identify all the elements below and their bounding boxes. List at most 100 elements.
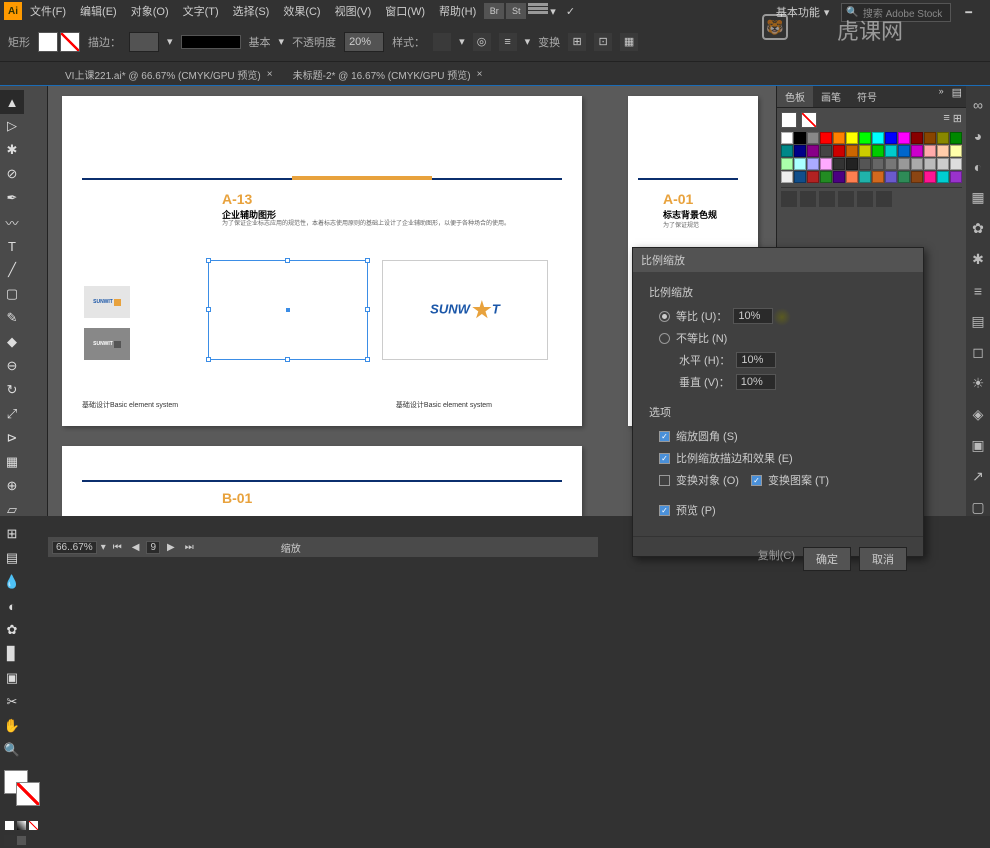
swatch-color[interactable] [833, 171, 845, 183]
zoom-tool[interactable]: 🔍 [0, 738, 24, 762]
swatch-color[interactable] [833, 158, 845, 170]
swatch-color[interactable] [872, 145, 884, 157]
radio-uniform[interactable] [659, 311, 670, 322]
rectangle-tool[interactable]: ▢ [0, 282, 24, 306]
swatch-color[interactable] [898, 132, 910, 144]
selected-rectangle[interactable] [208, 260, 368, 360]
swatch-color[interactable] [885, 145, 897, 157]
fill-swatch[interactable] [38, 32, 58, 52]
resize-handle-ne[interactable] [365, 258, 370, 263]
swatch-color[interactable] [794, 132, 806, 144]
color-icon[interactable]: ◕ [969, 127, 987, 144]
swatch-color[interactable] [820, 158, 832, 170]
hand-tool[interactable]: ✋ [0, 714, 24, 738]
selection-tool[interactable]: ▲ [0, 90, 24, 114]
rotate-tool[interactable]: ↻ [0, 378, 24, 402]
nav-last[interactable]: ⏭ [182, 542, 197, 553]
check-transform-obj[interactable] [659, 475, 670, 486]
radio-nonuniform[interactable] [659, 333, 670, 344]
swatch-color[interactable] [885, 171, 897, 183]
graphic-styles-icon[interactable]: ◈ [969, 406, 987, 423]
lasso-tool[interactable]: ⊘ [0, 162, 24, 186]
transparency-icon[interactable]: ◻ [969, 344, 987, 361]
swatch-color[interactable] [924, 171, 936, 183]
swatch-color[interactable] [820, 171, 832, 183]
swatch-color[interactable] [846, 132, 858, 144]
check-transform-pattern[interactable] [751, 475, 762, 486]
swatch-color[interactable] [859, 158, 871, 170]
stroke-swatch[interactable] [60, 32, 80, 52]
grid-view-icon[interactable]: ⊞ [953, 112, 962, 128]
swatch-color[interactable] [807, 145, 819, 157]
swatch-color[interactable] [911, 158, 923, 170]
resize-handle-e[interactable] [365, 307, 370, 312]
panel-flyout[interactable]: » [935, 86, 948, 107]
resize-handle-n[interactable] [285, 258, 290, 263]
swatch-color[interactable] [950, 132, 962, 144]
style-arrow[interactable]: ▾ [459, 35, 465, 48]
artboard-tool[interactable]: ▣ [0, 666, 24, 690]
menu-object[interactable]: 对象(O) [125, 1, 175, 21]
swatch-color[interactable] [807, 158, 819, 170]
resize-handle-sw[interactable] [206, 357, 211, 362]
new-group-icon[interactable] [838, 191, 854, 207]
swatch-color[interactable] [794, 145, 806, 157]
check-effects[interactable] [659, 453, 670, 464]
artboards-icon[interactable]: ▢ [969, 499, 987, 516]
swatch-color[interactable] [937, 158, 949, 170]
width-tool[interactable]: ⊳ [0, 426, 24, 450]
swatches-icon[interactable]: ▦ [969, 189, 987, 206]
gradient-tool[interactable]: ▤ [0, 546, 24, 570]
bridge-icon[interactable]: Br [484, 3, 504, 19]
doc-tab-2[interactable]: 未标题-2* @ 16.67% (CMYK/GPU 预览)× [283, 64, 493, 85]
transform-icon1[interactable]: ⊞ [568, 33, 586, 51]
scale-tool[interactable]: ⤢ [0, 402, 24, 426]
artboard-num[interactable]: 9 [146, 541, 160, 554]
transform-icon3[interactable]: ▦ [620, 33, 638, 51]
search-stock[interactable]: 🔍 搜索 Adobe Stock [841, 3, 951, 22]
mesh-tool[interactable]: ⊞ [0, 522, 24, 546]
swatch-color[interactable] [950, 171, 962, 183]
workspace-select[interactable]: 基本功能▾ [770, 2, 836, 22]
fill-stroke-control[interactable] [0, 768, 46, 818]
check-corners[interactable] [659, 431, 670, 442]
color-guide-icon[interactable]: ◐ [969, 158, 987, 175]
doc-setup-icon[interactable]: ◎ [473, 33, 491, 51]
swatch-color[interactable] [911, 145, 923, 157]
tab-swatches[interactable]: 色板 [777, 86, 813, 107]
screen-mode-normal[interactable] [4, 835, 15, 846]
swatch-color[interactable] [781, 171, 793, 183]
tab-brushes[interactable]: 画笔 [813, 86, 849, 107]
line-tool[interactable]: ╱ [0, 258, 24, 282]
panel-menu-icon[interactable]: ▤ [948, 86, 966, 107]
asset-export-icon[interactable]: ↗ [969, 468, 987, 485]
free-transform-tool[interactable]: ▦ [0, 450, 24, 474]
menu-edit[interactable]: 编辑(E) [74, 1, 123, 21]
symbol-tool[interactable]: ✿ [0, 618, 24, 642]
delete-swatch-icon[interactable] [876, 191, 892, 207]
menu-select[interactable]: 选择(S) [227, 1, 276, 21]
curvature-tool[interactable]: 〰 [0, 210, 24, 234]
swatch-color[interactable] [846, 171, 858, 183]
stroke-color[interactable] [16, 782, 40, 806]
panel-stroke[interactable] [801, 112, 817, 128]
swatch-color[interactable] [872, 132, 884, 144]
swatch-color[interactable] [794, 171, 806, 183]
swatch-color[interactable] [898, 145, 910, 157]
blend-tool[interactable]: ◐ [0, 594, 24, 618]
swatch-color[interactable] [781, 145, 793, 157]
close-icon[interactable]: × [477, 69, 483, 80]
swatch-color[interactable] [924, 145, 936, 157]
brush-tool[interactable]: ✎ [0, 306, 24, 330]
align-icon[interactable]: ≡ [499, 33, 517, 51]
zoom-arrow[interactable]: ▾ [101, 542, 106, 553]
shaper-tool[interactable]: ◆ [0, 330, 24, 354]
stock-icon[interactable]: St [506, 3, 526, 19]
menu-effect[interactable]: 效果(C) [277, 1, 326, 21]
swatch-color[interactable] [781, 158, 793, 170]
opacity-input[interactable] [344, 32, 384, 52]
swatch-color[interactable] [898, 158, 910, 170]
nav-first[interactable]: ⏮ [110, 542, 125, 553]
swatch-color[interactable] [833, 145, 845, 157]
swatch-options-icon[interactable] [819, 191, 835, 207]
